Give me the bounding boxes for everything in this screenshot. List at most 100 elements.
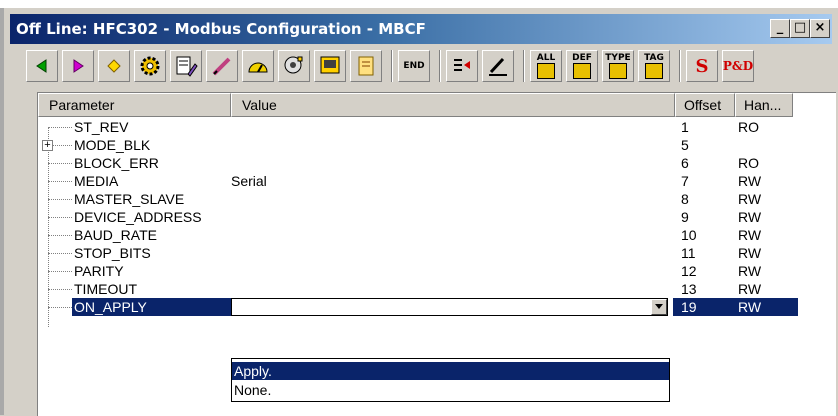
title-bar[interactable]: Off Line: HFC302 - Modbus Configuration … [10, 14, 832, 44]
tree-branch [48, 181, 72, 182]
all-block-label: ALL [536, 52, 556, 63]
parameter-name: STOP_BITS [74, 245, 151, 261]
monitor-icon[interactable] [314, 50, 346, 82]
parameter-name: BLOCK_ERR [74, 155, 159, 171]
parameter-offset: 13 [681, 281, 697, 297]
tree-branch [48, 127, 72, 128]
toolbar: END ALL DEF TYPE TAG S P&D [10, 46, 832, 86]
parameter-grid: Parameter Value Offset Han... ST_REV 1 R… [37, 92, 836, 416]
parameter-name: DEVICE_ADDRESS [74, 209, 202, 225]
gear-icon[interactable] [134, 50, 166, 82]
expand-icon[interactable]: + [42, 140, 53, 151]
parameter-handling: RW [738, 245, 762, 261]
tree-branch [48, 253, 72, 254]
tree-branch [48, 217, 72, 218]
def-block-icon[interactable]: DEF [566, 50, 598, 82]
close-button[interactable]: × [810, 19, 830, 38]
column-header-handling[interactable]: Han... [735, 93, 793, 117]
parameter-name: ON_APPLY [74, 299, 147, 315]
parameter-name: MODE_BLK [74, 137, 151, 153]
tree-branch [53, 145, 72, 146]
table-row[interactable]: ST_REV 1 RO [38, 118, 836, 136]
parameter-offset: 8 [681, 191, 689, 207]
gauge-icon[interactable] [242, 50, 274, 82]
parameter-name: MEDIA [74, 173, 119, 189]
parameter-name: PARITY [74, 263, 124, 279]
parameter-handling: RW [738, 299, 762, 315]
block-shape [573, 62, 591, 79]
parameter-handling: RW [738, 191, 762, 207]
sf-icon[interactable]: S [686, 50, 718, 82]
toolbar-separator [391, 50, 393, 82]
table-row[interactable]: BLOCK_ERR 6 RO [38, 154, 836, 172]
table-row[interactable]: MASTER_SLAVE 8 RW [38, 190, 836, 208]
type-block-icon[interactable]: TYPE [602, 50, 634, 82]
tree-branch [48, 163, 72, 164]
dropdown-option-none[interactable]: None. [232, 381, 669, 399]
value-combobox[interactable] [231, 298, 668, 316]
parameter-handling: RW [738, 281, 762, 297]
table-row[interactable]: STOP_BITS 11 RW [38, 244, 836, 262]
parameter-offset: 12 [681, 263, 697, 279]
parameter-name: BAUD_RATE [74, 227, 157, 243]
parameter-offset: 9 [681, 209, 689, 225]
parameter-offset: 11 [681, 245, 696, 261]
column-header-offset[interactable]: Offset [675, 93, 735, 117]
column-header-parameter[interactable]: Parameter [38, 93, 231, 117]
scroll-icon[interactable] [350, 50, 382, 82]
parameter-offset: 10 [681, 227, 697, 243]
tag-block-label: TAG [644, 52, 664, 63]
diamond-icon[interactable] [98, 50, 130, 82]
list-arrow-icon[interactable] [446, 50, 478, 82]
tag-block-icon[interactable]: TAG [638, 50, 670, 82]
table-row[interactable]: MEDIA Serial 7 RW [38, 172, 836, 190]
minimize-button[interactable]: _ [770, 19, 790, 38]
tree-branch [48, 199, 72, 200]
type-block-label: TYPE [605, 52, 631, 63]
tree-branch [48, 271, 72, 272]
parameter-offset: 1 [681, 119, 689, 135]
pencil-icon[interactable] [206, 50, 238, 82]
parameter-handling: RO [738, 155, 759, 171]
end-icon[interactable]: END [398, 50, 430, 82]
end-icon-label: END [403, 61, 425, 71]
table-row[interactable]: PARITY 12 RW [38, 262, 836, 280]
table-row-selected[interactable]: ON_APPLY 19 RW [38, 298, 836, 316]
parameter-offset: 19 [681, 299, 697, 315]
tree-branch [48, 235, 72, 236]
parameter-offset: 6 [681, 155, 689, 171]
forward-arrow-icon[interactable] [62, 50, 94, 82]
column-header-value[interactable]: Value [231, 93, 675, 117]
parameter-handling: RW [738, 263, 762, 279]
all-block-icon[interactable]: ALL [530, 50, 562, 82]
toolbar-separator [439, 50, 441, 82]
parameter-name: ST_REV [74, 119, 129, 135]
write-icon[interactable] [482, 50, 514, 82]
table-row[interactable]: DEVICE_ADDRESS 9 RW [38, 208, 836, 226]
parameter-name: TIMEOUT [74, 281, 137, 297]
dropdown-option-apply[interactable]: Apply. [232, 362, 669, 380]
parameter-value: Serial [231, 173, 267, 189]
parameter-name: MASTER_SLAVE [74, 191, 185, 207]
table-row[interactable]: TIMEOUT 13 RW [38, 280, 836, 298]
back-arrow-icon[interactable] [26, 50, 58, 82]
maximize-button[interactable]: □ [790, 19, 810, 38]
parameter-handling: RW [738, 173, 762, 189]
pd-icon-label: P&D [722, 59, 754, 73]
tree-branch [48, 307, 72, 308]
window-title: Off Line: HFC302 - Modbus Configuration … [16, 20, 426, 38]
parameter-handling: RW [738, 209, 762, 225]
block-shape [537, 62, 555, 79]
def-block-label: DEF [572, 52, 592, 63]
dropdown-button[interactable] [651, 299, 667, 315]
pd-icon[interactable]: P&D [722, 50, 754, 82]
top-edge [0, 0, 838, 8]
block-shape [644, 62, 663, 79]
parameter-handling: RO [738, 119, 759, 135]
speaker-icon[interactable] [278, 50, 310, 82]
edit-document-icon[interactable] [170, 50, 202, 82]
block-shape [609, 62, 627, 79]
toolbar-separator [523, 50, 525, 82]
table-row[interactable]: + MODE_BLK 5 [38, 136, 836, 154]
table-row[interactable]: BAUD_RATE 10 RW [38, 226, 836, 244]
